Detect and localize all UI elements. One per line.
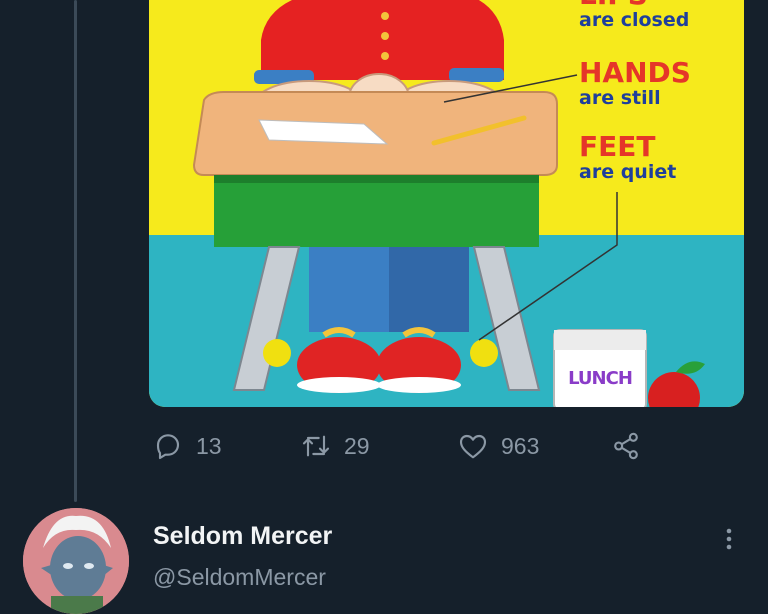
poster-rule-lips: LIPS are closed xyxy=(579,0,689,31)
reply-count: 13 xyxy=(196,432,222,459)
thread-connector-line xyxy=(74,0,77,502)
poster-rule-subtitle: are still xyxy=(579,87,661,109)
like-icon xyxy=(459,434,487,459)
poster-rule-title: FEET xyxy=(579,130,656,163)
more-options-button[interactable] xyxy=(714,524,744,554)
reply-handle[interactable]: @SeldomMercer xyxy=(153,564,326,591)
retweet-icon xyxy=(302,435,330,457)
poster-rule-subtitle: are closed xyxy=(579,9,690,31)
poster-rule-feet: FEET are quiet xyxy=(579,130,676,183)
reply-display-name[interactable]: Seldom Mercer xyxy=(153,522,332,551)
avatar-illustration xyxy=(23,508,129,614)
poster-rule-title: HANDS xyxy=(579,56,691,89)
lunch-bag-label: LUNCH xyxy=(568,368,633,389)
share-button[interactable] xyxy=(610,428,642,464)
more-icon xyxy=(726,528,732,550)
poster-rule-subtitle: are quiet xyxy=(579,161,677,183)
like-count: 963 xyxy=(501,432,540,459)
reply-icon xyxy=(156,434,180,460)
poster-rule-hands: HANDS are still xyxy=(579,56,691,109)
avatar[interactable] xyxy=(23,508,129,614)
retweet-button[interactable]: 29 xyxy=(300,428,370,464)
retweet-count: 29 xyxy=(344,432,370,459)
share-icon xyxy=(614,432,638,460)
like-button[interactable]: 963 xyxy=(457,428,539,464)
reply-button[interactable]: 13 xyxy=(152,428,222,464)
tweet-action-bar: 13 29 963 xyxy=(152,428,672,464)
tweet-media-image[interactable]: LIPS are closed HANDS are still FEET are… xyxy=(149,0,744,407)
